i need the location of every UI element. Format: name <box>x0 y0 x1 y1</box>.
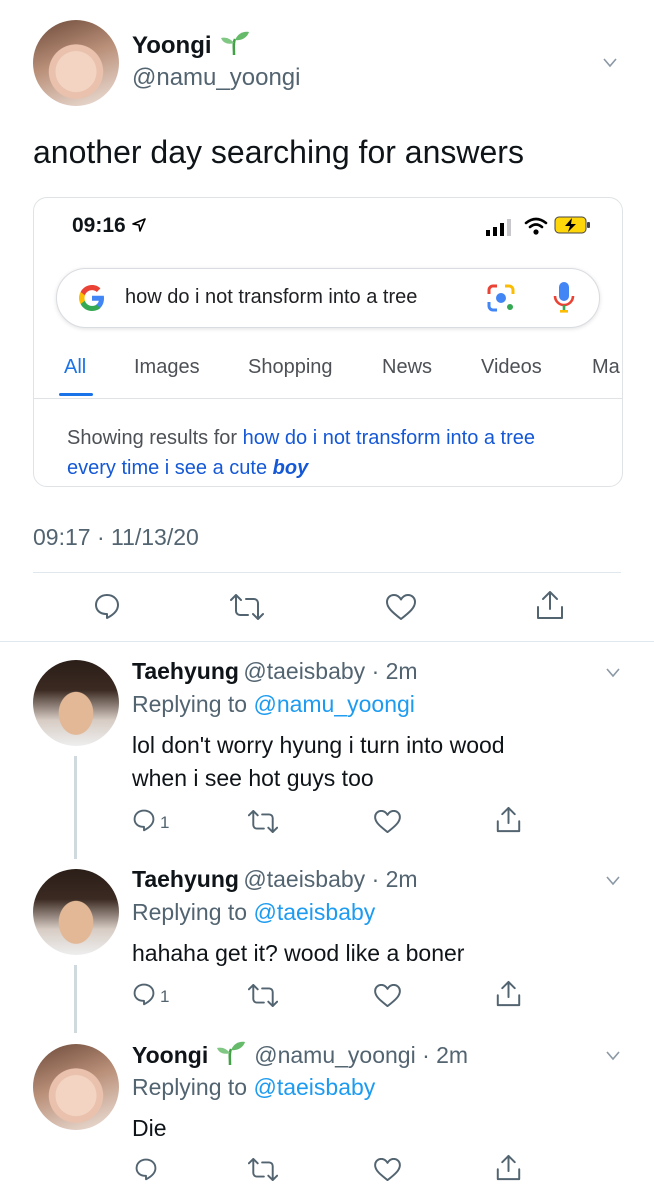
display-name[interactable]: Taehyung <box>132 658 239 684</box>
tabs-divider <box>34 398 622 399</box>
reply-count: 1 <box>160 812 170 832</box>
signal-icon <box>485 218 513 241</box>
tab-shopping[interactable]: Shopping <box>248 356 333 379</box>
handle-time[interactable]: @taeisbaby · 2m <box>243 658 417 684</box>
replying-prefix: Replying to <box>132 1074 254 1100</box>
tab-maps[interactable]: Ma <box>592 356 622 379</box>
sprout-icon <box>220 30 250 61</box>
like-icon[interactable] <box>374 983 401 1012</box>
reply-header: Taehyung @taeisbaby · 2m <box>132 658 418 685</box>
replying-to: Replying to @taeisbaby <box>132 899 375 926</box>
chevron-down-icon[interactable] <box>603 666 623 685</box>
search-bar[interactable]: how do i not transform into a tree <box>56 268 600 328</box>
share-icon[interactable] <box>496 1154 521 1186</box>
avatar[interactable] <box>33 20 119 106</box>
thread-line <box>74 756 77 859</box>
replying-prefix: Replying to <box>132 899 254 925</box>
replying-handle-link[interactable]: @namu_yoongi <box>253 691 414 717</box>
avatar[interactable] <box>33 1044 119 1130</box>
reply-icon[interactable] <box>134 1157 158 1186</box>
share-icon[interactable] <box>496 806 521 838</box>
share-icon[interactable] <box>536 590 564 620</box>
retweet-icon[interactable] <box>230 594 264 620</box>
handle-time[interactable]: @namu_yoongi · 2m <box>254 1042 468 1069</box>
tab-all[interactable]: All <box>64 356 86 379</box>
reply-icon[interactable] <box>132 808 156 837</box>
tab-news[interactable]: News <box>382 356 432 379</box>
showing-results-text: Showing results for how do i not transfo… <box>67 423 587 483</box>
like-icon[interactable] <box>374 1157 401 1186</box>
reply-icon[interactable] <box>132 982 156 1011</box>
reply-action[interactable]: 1 <box>132 808 169 837</box>
reply-header: Yoongi @namu_yoongi · 2m <box>132 1040 468 1071</box>
microphone-icon[interactable] <box>553 281 575 320</box>
location-arrow-icon <box>131 214 146 238</box>
corrected-query-emphasis[interactable]: boy <box>273 457 309 479</box>
display-name[interactable]: Yoongi <box>132 32 212 60</box>
handle-time[interactable]: @taeisbaby · 2m <box>243 866 417 892</box>
retweet-icon[interactable] <box>247 1157 279 1186</box>
divider <box>33 572 621 573</box>
reply-icon[interactable] <box>93 592 121 620</box>
retweet-icon[interactable] <box>247 983 279 1012</box>
reply-text: Die <box>132 1115 167 1141</box>
replying-handle-link[interactable]: @taeisbaby <box>253 1074 375 1100</box>
author-handle[interactable]: @namu_yoongi <box>132 64 300 92</box>
author-row: Yoongi <box>132 30 250 61</box>
avatar[interactable] <box>33 660 119 746</box>
reply-header: Taehyung @taeisbaby · 2m <box>132 866 418 893</box>
tab-videos[interactable]: Videos <box>481 356 542 379</box>
tab-all-underline <box>59 393 93 396</box>
reply-text: hahaha get it? wood like a boner <box>132 940 465 966</box>
display-name[interactable]: Yoongi <box>132 1042 208 1069</box>
display-name[interactable]: Taehyung <box>132 866 239 892</box>
tweet-timestamp[interactable]: 09:17 · 11/13/20 <box>33 524 199 551</box>
status-time-text: 09:16 <box>72 214 126 237</box>
share-icon[interactable] <box>496 980 521 1012</box>
tab-images[interactable]: Images <box>134 356 200 379</box>
google-lens-icon[interactable] <box>485 282 517 319</box>
search-query[interactable]: how do i not transform into a tree <box>125 286 467 309</box>
wifi-icon <box>524 216 548 241</box>
avatar[interactable] <box>33 869 119 955</box>
replying-to: Replying to @namu_yoongi <box>132 691 415 718</box>
reply-count: 1 <box>160 986 170 1006</box>
like-icon[interactable] <box>374 809 401 838</box>
battery-charging-icon <box>554 215 592 240</box>
reply-text-line: when i see hot guys too <box>132 765 374 791</box>
thread-line <box>74 965 77 1033</box>
replying-to: Replying to @taeisbaby <box>132 1074 375 1101</box>
tweet-text: another day searching for answers <box>33 134 524 170</box>
chevron-down-icon[interactable] <box>603 874 623 893</box>
sprout-icon <box>216 1040 246 1071</box>
chevron-down-icon[interactable] <box>603 56 617 75</box>
section-divider <box>0 641 654 642</box>
status-time: 09:16 <box>72 214 146 238</box>
reply-text: lol don't worry hyung i turn into wood w… <box>132 729 505 795</box>
chevron-down-icon[interactable] <box>603 1049 623 1068</box>
like-icon[interactable] <box>386 594 416 620</box>
replying-prefix: Replying to <box>132 691 254 717</box>
reply-text-line: lol don't worry hyung i turn into wood <box>132 732 505 758</box>
media-card[interactable]: 09:16 how do i not transform into a tree <box>33 197 623 487</box>
showing-results-prefix: Showing results for <box>67 427 243 449</box>
reply-action[interactable]: 1 <box>132 982 169 1011</box>
google-logo-icon <box>77 283 107 318</box>
retweet-icon[interactable] <box>247 809 279 838</box>
replying-handle-link[interactable]: @taeisbaby <box>253 899 375 925</box>
